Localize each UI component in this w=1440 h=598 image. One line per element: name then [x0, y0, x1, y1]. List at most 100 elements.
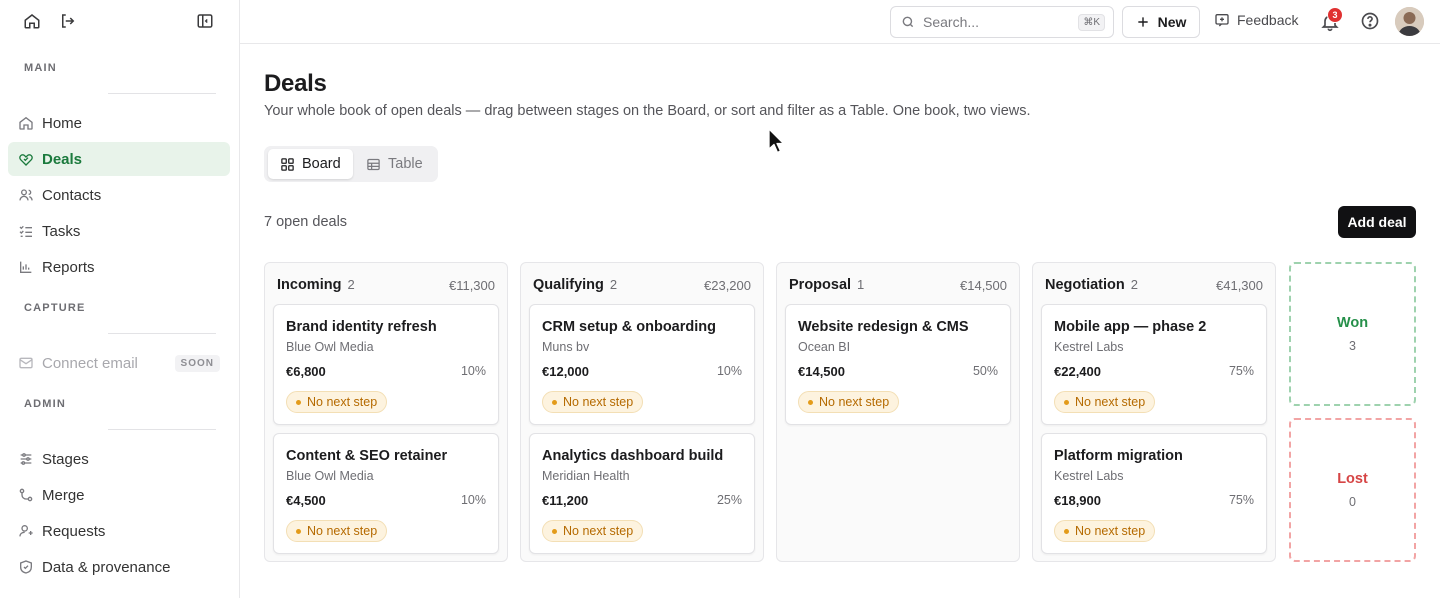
requests-icon: [19, 525, 33, 537]
open-deals-count: 7 open deals: [264, 214, 348, 230]
sidebar-item-reports[interactable]: Reports: [8, 250, 230, 284]
sidebar-item-label: Merge: [42, 486, 85, 504]
column-header: Proposal 1 €14,500: [789, 277, 1007, 295]
tab-board[interactable]: Board: [268, 149, 353, 179]
sidebar-item-data-provenance[interactable]: Data & provenance: [8, 550, 230, 584]
section-divider: [108, 333, 216, 334]
deal-company: Muns bv: [542, 340, 590, 354]
home-icon: [19, 116, 33, 130]
deal-value: €22,400: [1054, 364, 1101, 379]
search-icon: [902, 16, 914, 28]
help-icon[interactable]: [1360, 11, 1380, 31]
column-total: €11,300: [448, 278, 495, 293]
stage-column-negotiation[interactable]: Negotiation 2 €41,300 Mobile app — phase …: [1032, 262, 1276, 562]
sidebar-item-label: Requests: [42, 522, 106, 540]
lost-drop-zone[interactable]: Lost 0: [1289, 418, 1416, 562]
deal-card[interactable]: CRM setup & onboarding Muns bv €12,000 1…: [529, 304, 755, 425]
deal-value: €11,200: [542, 493, 589, 508]
shield-icon: [20, 560, 32, 574]
deal-card[interactable]: Mobile app — phase 2 Kestrel Labs €22,40…: [1041, 304, 1267, 425]
sidebar-item-requests[interactable]: Requests: [8, 514, 230, 548]
sidebar: MAIN Home Deals Contacts Tasks Reports C…: [0, 0, 240, 598]
lost-count: 0: [1349, 495, 1356, 509]
won-drop-zone[interactable]: Won 3: [1289, 262, 1416, 406]
deal-title: Platform migration: [1054, 448, 1183, 464]
section-divider: [108, 429, 216, 430]
home-shortcut-icon[interactable]: [23, 12, 41, 30]
sidebar-item-merge[interactable]: Merge: [8, 478, 230, 512]
deal-card[interactable]: Analytics dashboard build Meridian Healt…: [529, 433, 755, 554]
column-name: Qualifying: [533, 277, 604, 293]
section-label-admin: ADMIN: [24, 398, 67, 410]
feedback-icon: [1215, 14, 1229, 27]
deal-company: Kestrel Labs: [1054, 340, 1124, 354]
column-name: Negotiation: [1045, 277, 1125, 293]
deal-company: Kestrel Labs: [1054, 469, 1124, 483]
plus-icon: [1137, 17, 1148, 27]
stage-column-incoming[interactable]: Incoming 2 €11,300 Brand identity refresh…: [264, 262, 508, 562]
deal-title: Mobile app — phase 2: [1054, 319, 1207, 335]
deal-card[interactable]: Website redesign & CMS Ocean BI €14,500 …: [785, 304, 1011, 425]
won-label: Won: [1336, 315, 1369, 331]
feedback-button[interactable]: Feedback: [1214, 12, 1298, 28]
deal-title: Website redesign & CMS: [798, 319, 969, 335]
deal-value: €12,000: [542, 364, 589, 379]
column-header: Qualifying 2 €23,200: [533, 277, 751, 295]
deal-value: €14,500: [798, 364, 845, 379]
section-label-main: MAIN: [24, 62, 57, 74]
search-input[interactable]: Search... ⌘K: [890, 6, 1114, 38]
merge-icon: [19, 488, 33, 502]
deal-probability: 10%: [460, 364, 486, 378]
stage-column-qualifying[interactable]: Qualifying 2 €23,200 CRM setup & onboardi…: [520, 262, 764, 562]
column-header: Negotiation 2 €41,300: [1045, 277, 1263, 295]
page-title: Deals: [264, 70, 327, 97]
column-total: €14,500: [960, 278, 1007, 293]
new-button[interactable]: New: [1122, 6, 1200, 38]
sidebar-item-label: Data & provenance: [42, 558, 171, 576]
stage-column-proposal[interactable]: Proposal 1 €14,500 Website redesign & CMS…: [776, 262, 1020, 562]
column-count: 2: [609, 277, 618, 292]
search-shortcut: ⌘K: [1078, 14, 1105, 31]
tab-table[interactable]: Table: [354, 149, 435, 179]
soon-badge: SOON: [174, 354, 220, 372]
next-step-badge: No next step: [286, 520, 388, 542]
sidebar-item-contacts[interactable]: Contacts: [8, 178, 230, 212]
deal-probability: 75%: [1228, 364, 1254, 378]
avatar[interactable]: [1395, 7, 1424, 36]
deal-card[interactable]: Platform migration Kestrel Labs €18,900 …: [1041, 433, 1267, 554]
next-step-badge: No next step: [542, 391, 644, 413]
tasks-icon: [19, 225, 32, 237]
column-count: 1: [857, 277, 865, 292]
page-subtitle: Your whole book of open deals — drag bet…: [264, 103, 1031, 119]
feedback-label: Feedback: [1237, 12, 1299, 28]
sign-out-icon[interactable]: [59, 12, 77, 30]
column-count: 2: [1130, 277, 1138, 292]
sidebar-item-label: Reports: [42, 258, 95, 276]
sidebar-item-stages[interactable]: Stages: [8, 442, 230, 476]
collapse-sidebar-icon[interactable]: [196, 12, 214, 30]
mail-icon: [19, 357, 33, 369]
app-root: MAIN Home Deals Contacts Tasks Reports C…: [0, 0, 1440, 598]
add-deal-button[interactable]: Add deal: [1338, 206, 1416, 238]
sidebar-item-label: Deals: [42, 150, 83, 168]
next-step-badge: No next step: [542, 520, 644, 542]
deal-company: Blue Owl Media: [286, 340, 374, 354]
sidebar-item-tasks[interactable]: Tasks: [8, 214, 230, 248]
deal-card[interactable]: Content & SEO retainer Blue Owl Media €4…: [273, 433, 499, 554]
column-total: €41,300: [1216, 278, 1263, 293]
column-name: Incoming: [277, 277, 342, 293]
deal-probability: 10%: [716, 364, 742, 378]
lost-label: Lost: [1337, 471, 1368, 487]
mouse-cursor-icon: [768, 128, 785, 154]
deal-card[interactable]: Brand identity refresh Blue Owl Media €6…: [273, 304, 499, 425]
sidebar-item-deals[interactable]: Deals: [8, 142, 230, 176]
next-step-badge: No next step: [1054, 391, 1156, 413]
section-label-capture: CAPTURE: [24, 302, 86, 314]
sidebar-item-label: Home: [42, 114, 83, 132]
deal-company: Ocean BI: [798, 340, 851, 354]
won-count: 3: [1349, 339, 1356, 353]
new-button-label: New: [1157, 14, 1187, 30]
sidebar-item-home[interactable]: Home: [8, 106, 230, 140]
section-divider: [108, 93, 216, 94]
sidebar-item-label: Connect email: [42, 354, 138, 372]
